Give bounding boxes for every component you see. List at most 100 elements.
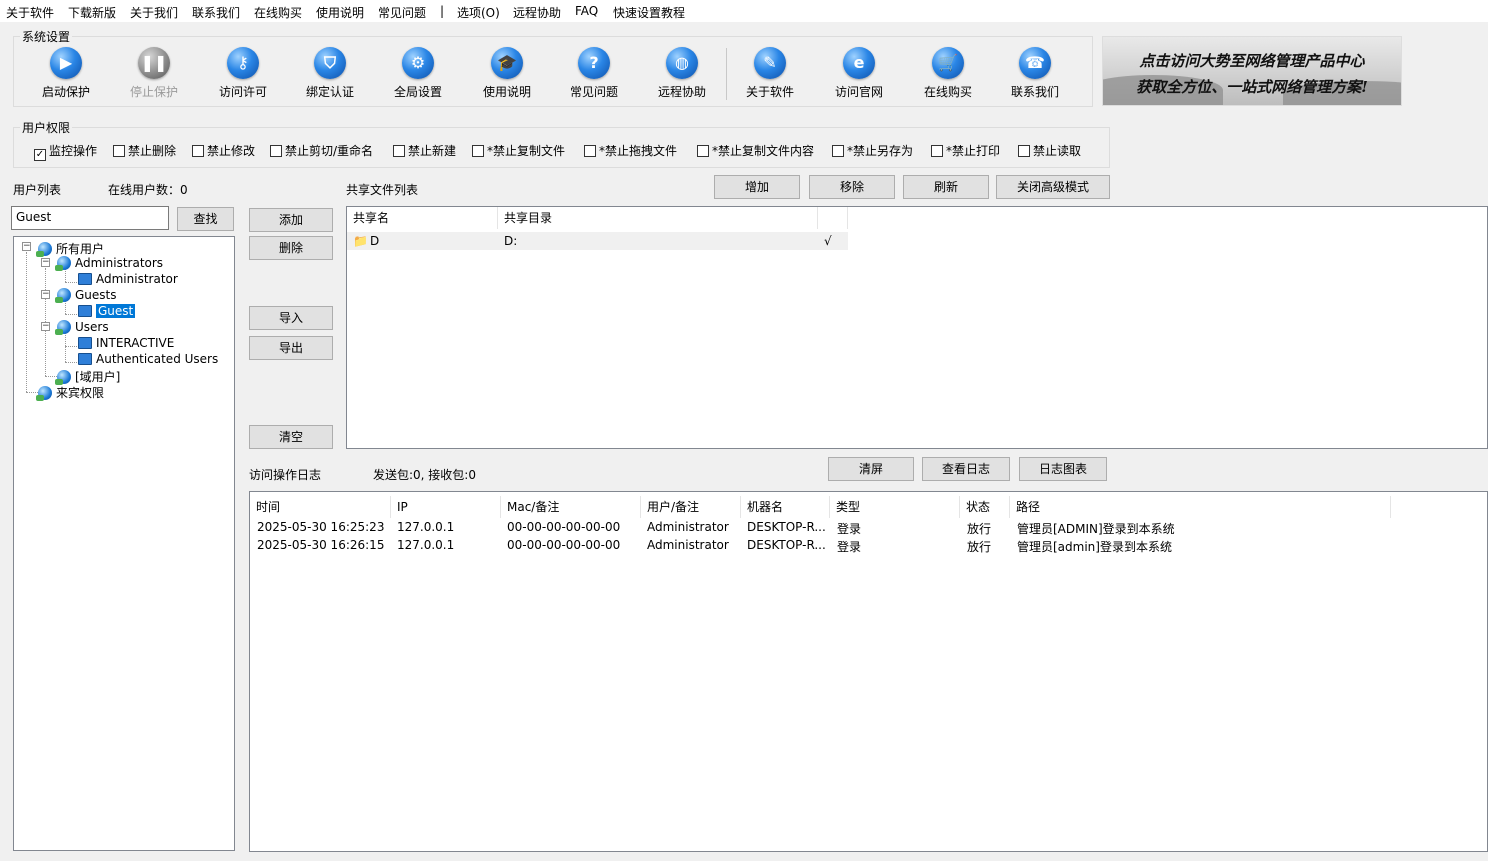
tree-node-all-users[interactable]: 所有用户 [36,240,104,257]
menu-download[interactable]: 下载新版 [68,4,116,21]
import-button[interactable]: 导入 [249,306,333,330]
tree-node-administrators[interactable]: Administrators [55,256,163,271]
buy-online-button[interactable]: 🛒 在线购买 [908,47,988,100]
remote-assist-button[interactable]: ◍ 远程协助 [642,47,722,100]
online-users: 在线用户数：0 [108,181,188,198]
perm-no-delete-checkbox[interactable]: 禁止删除 [113,142,176,159]
perm-monitor-checkbox[interactable]: ✓ 监控操作 [34,142,97,161]
log-chart-button[interactable]: 日志图表 [1019,457,1107,481]
share-refresh-button[interactable]: 刷新 [903,175,989,199]
column-ip[interactable]: IP [391,496,501,518]
menu-about-software[interactable]: 关于软件 [6,4,54,21]
share-list-table[interactable]: 共享名 共享目录 📁 D D: √ [346,206,1488,449]
find-user-button[interactable]: 查找 [177,207,234,231]
checkbox-box[interactable] [192,145,204,157]
collapse-all-users[interactable]: − [22,242,31,251]
checkbox-box[interactable] [393,145,405,157]
column-path[interactable]: 路径 [1010,496,1391,518]
online-users-count: 0 [180,183,188,197]
checkbox-box[interactable] [270,145,282,157]
tool-label: 常见问题 [569,85,618,99]
checkbox-box[interactable] [832,145,844,157]
perm-no-save-as-checkbox[interactable]: *禁止另存为 [832,142,913,159]
column-user[interactable]: 用户/备注 [641,496,741,518]
checkbox-box[interactable] [1018,145,1030,157]
log-title: 访问操作日志 [249,468,322,482]
column-mac[interactable]: Mac/备注 [501,496,641,518]
column-type[interactable]: 类型 [830,496,960,518]
perm-no-print-checkbox[interactable]: *禁止打印 [931,142,1000,159]
user-tree[interactable]: − 所有用户 − Administrators Administrator − … [13,236,235,851]
drive-icon: 📁 [353,234,368,248]
perm-no-copy-file-checkbox[interactable]: *禁止复制文件 [472,142,565,159]
stop-protect-button[interactable]: ❚❚ 停止保护 [114,47,194,100]
column-check[interactable] [818,207,848,229]
tree-label: 来宾权限 [56,386,105,400]
menu-buy[interactable]: 在线购买 [254,4,302,21]
access-log-table[interactable]: 时间 IP Mac/备注 用户/备注 机器名 类型 状态 路径 2025-05-… [249,491,1488,852]
collapse-administrators[interactable]: − [41,258,50,267]
visit-website-button[interactable]: e 访问官网 [819,47,899,100]
tree-node-domain-users[interactable]: [域用户] [55,368,120,385]
export-button[interactable]: 导出 [249,336,333,360]
column-machine[interactable]: 机器名 [741,496,830,518]
menu-quick-setup[interactable]: 快速设置教程 [613,4,685,21]
menu-faq[interactable]: FAQ [575,4,598,18]
close-advanced-mode-button[interactable]: 关闭高级模式 [996,175,1110,199]
table-row[interactable]: 2025-05-30 16:25:23 127.0.0.1 00-00-00-0… [250,519,1487,537]
perm-no-modify-checkbox[interactable]: 禁止修改 [192,142,255,159]
manual-button[interactable]: 🎓 使用说明 [467,47,547,100]
checkbox-box[interactable] [697,145,709,157]
tree-node-users[interactable]: Users [55,320,109,335]
menu-manual[interactable]: 使用说明 [316,4,364,21]
computer-user-icon [78,305,92,317]
collapse-guests[interactable]: − [41,290,50,299]
tree-node-interactive[interactable]: INTERACTIVE [78,336,174,350]
delete-user-button[interactable]: 删除 [249,236,333,260]
contact-us-button[interactable]: ☎ 联系我们 [995,47,1075,100]
perm-no-cut-rename-checkbox[interactable]: 禁止剪切/重命名 [270,142,373,159]
log-clear-button[interactable]: 清屏 [828,457,914,481]
menu-faq-cn[interactable]: 常见问题 [378,4,426,21]
clear-list-button[interactable]: 清空 [249,425,333,449]
column-status[interactable]: 状态 [960,496,1010,518]
tool-label: 访问许可 [218,85,267,99]
global-settings-button[interactable]: ⚙ 全局设置 [378,47,458,100]
perm-no-read-checkbox[interactable]: 禁止读取 [1018,142,1081,159]
menu-about-us[interactable]: 关于我们 [130,4,178,21]
tree-node-guest[interactable]: Guest [78,304,136,318]
tree-node-authenticated-users[interactable]: Authenticated Users [78,352,218,366]
checkbox-box[interactable] [113,145,125,157]
perm-no-copy-content-checkbox[interactable]: *禁止复制文件内容 [697,142,814,159]
checkbox-box[interactable] [472,145,484,157]
about-software-button[interactable]: ✎ 关于软件 [730,47,810,100]
access-permit-button[interactable]: ⚷ 访问许可 [203,47,283,100]
column-share-name[interactable]: 共享名 [347,207,498,229]
view-log-button[interactable]: 查看日志 [922,457,1010,481]
perm-no-drag-file-checkbox[interactable]: *禁止拖拽文件 [584,142,677,159]
product-center-banner[interactable]: 点击访问大势至网络管理产品中心 获取全方位、一站式网络管理方案! [1102,36,1402,106]
faq-button[interactable]: ? 常见问题 [554,47,634,100]
table-row[interactable]: 2025-05-30 16:26:15 127.0.0.1 00-00-00-0… [250,537,1487,555]
bind-auth-button[interactable]: ⛉ 绑定认证 [290,47,370,100]
user-search-input[interactable]: Guest [11,206,169,230]
add-user-button[interactable]: 添加 [249,208,333,232]
start-protect-button[interactable]: ▶ 启动保护 [26,47,106,100]
tree-node-guest-rights[interactable]: 来宾权限 [36,384,105,401]
column-time[interactable]: 时间 [250,496,391,518]
checkbox-box[interactable]: ✓ [34,149,46,161]
menu-remote[interactable]: 远程协助 [513,4,561,21]
column-share-dir[interactable]: 共享目录 [498,207,818,229]
share-remove-button[interactable]: 移除 [809,175,895,199]
table-row[interactable]: 📁 D D: √ [347,232,848,250]
collapse-users[interactable]: − [41,322,50,331]
menu-options[interactable]: 选项(O) [457,4,500,21]
checkbox-box[interactable] [584,145,596,157]
tree-node-guests[interactable]: Guests [55,288,117,303]
tree-node-administrator[interactable]: Administrator [78,272,178,286]
perm-no-new-checkbox[interactable]: 禁止新建 [393,142,456,159]
tree-label: Guests [75,288,117,302]
share-add-button[interactable]: 增加 [714,175,800,199]
checkbox-box[interactable] [931,145,943,157]
menu-contact[interactable]: 联系我们 [192,4,240,21]
